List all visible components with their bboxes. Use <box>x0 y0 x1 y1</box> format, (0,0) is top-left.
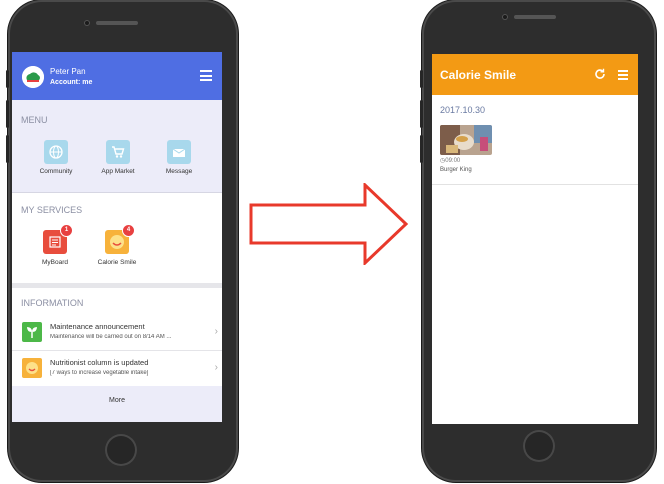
calorie-smile-screen: Calorie Smile 2017.10.30 ◷09:00 Burger K… <box>432 54 638 424</box>
notification-badge: 4 <box>122 224 135 237</box>
menu-section: MENU Community App Market Message <box>12 100 222 193</box>
menu-item-label: Message <box>165 168 193 175</box>
left-phone-frame: Peter Pan Account: me MENU Community App… <box>6 0 238 482</box>
hamburger-menu-icon[interactable] <box>200 70 212 81</box>
left-phone-camera <box>84 20 90 26</box>
menu-section-title: MENU <box>21 115 48 125</box>
right-phone-frame: Calorie Smile 2017.10.30 ◷09:00 Burger K… <box>420 0 656 482</box>
services-section-title: MY SERVICES <box>21 205 83 215</box>
entry-place: Burger King <box>440 167 472 173</box>
right-phone-camera <box>502 14 508 20</box>
info-item-title: Nutritionist column is updated <box>50 358 149 367</box>
left-phone-home-button[interactable] <box>105 434 137 466</box>
notification-badge: 1 <box>60 224 73 237</box>
account-label: Account: me <box>50 79 93 86</box>
calorie-smile-header: Calorie Smile <box>432 54 638 95</box>
menu-item-community[interactable]: Community <box>29 140 83 175</box>
envelope-icon <box>167 140 191 164</box>
app-title: Calorie Smile <box>440 68 517 82</box>
service-calorie-smile[interactable]: 4 Calorie Smile <box>87 224 147 266</box>
user-name: Peter Pan <box>50 67 86 76</box>
globe-icon <box>44 140 68 164</box>
more-button[interactable]: More <box>12 386 222 422</box>
entry-divider <box>432 184 638 185</box>
right-phone-home-button[interactable] <box>523 430 555 462</box>
right-phone-speaker <box>514 15 556 19</box>
chevron-right-icon: › <box>214 326 218 337</box>
info-item-subtitle: [7 ways to increase vegetable intake] <box>50 370 149 376</box>
left-app-screen: Peter Pan Account: me MENU Community App… <box>12 52 222 422</box>
left-phone-volume-up-button <box>6 100 9 128</box>
refresh-icon[interactable] <box>594 67 606 79</box>
info-item[interactable]: Maintenance announcement Maintenance wil… <box>12 314 222 351</box>
entry-date: 2017.10.30 <box>440 105 486 115</box>
info-item-subtitle: Maintenance will be carried out on 8/14 … <box>50 334 172 340</box>
entry-time: 09:00 <box>445 158 461 164</box>
menu-item-message[interactable]: Message <box>152 140 206 175</box>
menu-item-app-market[interactable]: App Market <box>91 140 145 175</box>
right-phone-volume-down-button <box>420 135 423 163</box>
right-arrow-icon <box>249 183 409 265</box>
menu-item-label: Community <box>39 168 73 175</box>
shopping-cart-icon <box>106 140 130 164</box>
service-label: MyBoard <box>41 259 68 266</box>
left-phone-speaker <box>96 21 138 25</box>
information-section: INFORMATION Maintenance announcement Mai… <box>12 288 222 422</box>
menu-item-label: App Market <box>101 168 135 175</box>
hamburger-menu-icon[interactable] <box>618 70 628 82</box>
calorie-smile-app-icon <box>22 358 42 378</box>
left-phone-side-button <box>6 70 9 88</box>
board-icon: 1 <box>43 224 73 254</box>
service-myboard[interactable]: 1 MyBoard <box>25 224 85 266</box>
calorie-smile-app-icon: 4 <box>105 224 135 254</box>
my-services-section: MY SERVICES 1 MyBoard 4 Calorie Smile <box>12 193 222 283</box>
sprout-icon <box>22 322 42 342</box>
info-item-title: Maintenance announcement <box>50 322 145 331</box>
information-section-title: INFORMATION <box>21 298 84 308</box>
left-phone-volume-down-button <box>6 135 9 163</box>
chevron-right-icon: › <box>214 362 218 373</box>
entry-time-row: ◷09:00 <box>440 157 460 164</box>
info-item[interactable]: Nutritionist column is updated [7 ways t… <box>12 350 222 386</box>
service-label: Calorie Smile <box>97 259 137 266</box>
cloud-avatar-icon[interactable] <box>22 66 44 88</box>
right-phone-side-button <box>420 70 423 88</box>
food-photo[interactable] <box>440 125 492 155</box>
portal-header: Peter Pan Account: me <box>12 52 222 100</box>
right-phone-volume-up-button <box>420 100 423 128</box>
